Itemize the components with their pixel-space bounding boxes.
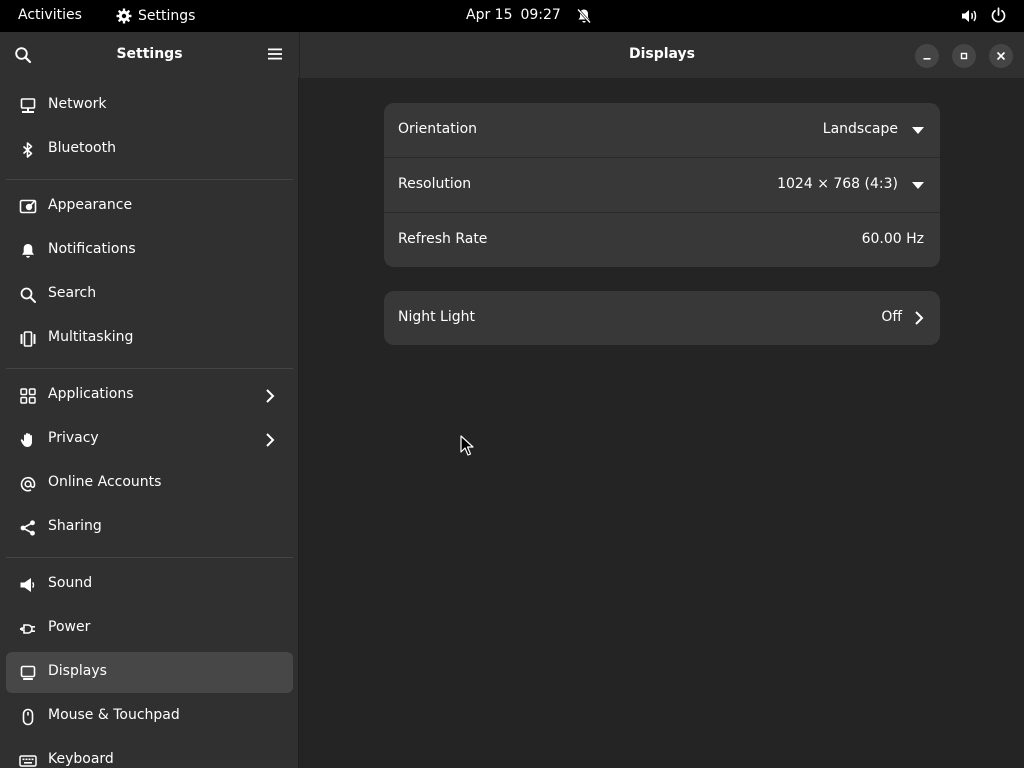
sidebar-item-applications[interactable]: Applications [6, 375, 293, 416]
sidebar-item-power[interactable]: Power [6, 608, 293, 649]
power-icon[interactable] [990, 7, 1007, 24]
sidebar-item-mouse-touchpad[interactable]: Mouse & Touchpad [6, 696, 293, 737]
clock[interactable]: Apr 15 09:27 [466, 7, 561, 23]
sidebar-item-bluetooth[interactable]: Bluetooth [6, 129, 293, 170]
sidebar-header: Settings [0, 32, 299, 78]
minimize-icon [923, 58, 931, 60]
chevron-right-icon [266, 389, 275, 403]
chevron-right-icon [915, 311, 924, 325]
bluetooth-icon [22, 142, 33, 158]
chevron-right-icon [266, 433, 275, 447]
app-menu[interactable]: Settings [116, 6, 195, 26]
sidebar-item-label: Privacy [48, 430, 99, 446]
dropdown-arrow-icon [912, 127, 924, 134]
night-light-value: Off [881, 309, 902, 325]
sidebar-item-label: Keyboard [48, 751, 114, 767]
sidebar-item-label: Mouse & Touchpad [48, 707, 180, 723]
multitasking-icon [20, 331, 36, 347]
clock-date: Apr 15 [466, 7, 513, 23]
sidebar-item-label: Online Accounts [48, 474, 162, 490]
sidebar-item-privacy[interactable]: Privacy [6, 419, 293, 460]
hand-icon [20, 433, 32, 447]
sidebar-item-appearance[interactable]: Appearance [6, 186, 293, 227]
sidebar-item-label: Sound [48, 575, 93, 591]
maximize-icon [960, 52, 968, 60]
resolution-value: 1024 × 768 (4:3) [777, 176, 898, 192]
hamburger-menu-icon[interactable] [267, 47, 283, 61]
minimize-button[interactable] [915, 44, 939, 68]
refresh-rate-value: 60.00 Hz [861, 231, 924, 247]
appearance-icon [19, 199, 37, 214]
maximize-button[interactable] [952, 44, 976, 68]
sidebar-separator [6, 179, 293, 180]
display-icon [20, 665, 36, 680]
sidebar-item-label: Appearance [48, 197, 133, 213]
keyboard-icon [19, 755, 37, 767]
sidebar-separator [6, 557, 293, 558]
close-button[interactable] [989, 44, 1013, 68]
orientation-value: Landscape [822, 121, 898, 137]
sidebar-item-label: Displays [48, 663, 107, 679]
resolution-row[interactable]: Resolution 1024 × 768 (4:3) [384, 158, 940, 212]
sidebar-item-label: Notifications [48, 241, 136, 257]
content-header: Displays [300, 32, 1024, 78]
settings-window: Settings Network Bluetooth Appearance No… [0, 32, 1024, 768]
clock-time: 09:27 [520, 7, 561, 23]
sidebar-item-keyboard[interactable]: Keyboard [6, 740, 293, 768]
sidebar-item-label: Sharing [48, 518, 102, 534]
app-menu-label: Settings [138, 8, 196, 24]
dropdown-arrow-icon [912, 182, 924, 189]
sidebar-item-network[interactable]: Network [6, 85, 293, 126]
sidebar-item-sharing[interactable]: Sharing [6, 507, 293, 548]
activities-button[interactable]: Activities [18, 7, 82, 23]
power-plug-icon [20, 624, 35, 634]
refresh-rate-label: Refresh Rate [398, 231, 488, 247]
sidebar-item-search[interactable]: Search [6, 274, 293, 315]
gear-icon [116, 8, 132, 24]
search-icon [20, 287, 36, 303]
sidebar-item-displays[interactable]: Displays [6, 652, 293, 693]
top-bar: Activities Settings Apr 15 09:27 [0, 0, 1024, 32]
sidebar-item-multitasking[interactable]: Multitasking [6, 318, 293, 359]
sidebar-separator [6, 368, 293, 369]
share-icon [20, 520, 35, 536]
sidebar-item-sound[interactable]: Sound [6, 564, 293, 605]
volume-icon[interactable] [961, 8, 979, 24]
network-icon [20, 98, 36, 113]
grid-icon [20, 388, 36, 404]
night-light-label: Night Light [398, 309, 475, 325]
night-light-card: Night Light Off [384, 291, 940, 345]
speaker-icon [20, 578, 35, 592]
night-light-row[interactable]: Night Light Off [384, 291, 940, 345]
sidebar-item-label: Multitasking [48, 329, 134, 345]
sidebar: Settings Network Bluetooth Appearance No… [0, 32, 299, 768]
sidebar-item-label: Bluetooth [48, 140, 116, 156]
bell-icon [22, 244, 34, 258]
mouse-cursor-icon [460, 435, 474, 456]
sidebar-item-label: Search [48, 285, 97, 301]
close-icon [996, 51, 1006, 61]
do-not-disturb-icon [577, 8, 591, 24]
orientation-row[interactable]: Orientation Landscape [384, 103, 940, 157]
sidebar-item-label: Power [48, 619, 91, 635]
at-icon [20, 476, 36, 492]
sidebar-item-label: Network [48, 96, 107, 112]
sidebar-title: Settings [116, 46, 183, 62]
sidebar-item-online-accounts[interactable]: Online Accounts [6, 463, 293, 504]
mouse-icon [22, 708, 34, 726]
sidebar-item-label: Applications [48, 386, 134, 402]
sidebar-item-notifications[interactable]: Notifications [6, 230, 293, 271]
orientation-label: Orientation [398, 121, 478, 137]
resolution-label: Resolution [398, 176, 472, 192]
refresh-rate-row: Refresh Rate 60.00 Hz [384, 213, 940, 267]
display-settings-card: Orientation Landscape Resolution 1024 × … [384, 103, 940, 267]
